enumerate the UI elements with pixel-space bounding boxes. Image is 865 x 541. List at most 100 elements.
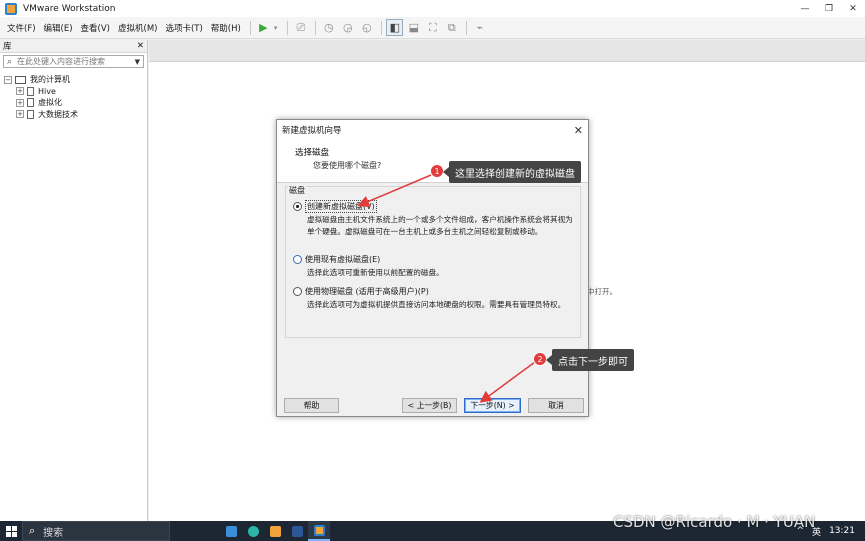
menu-view[interactable]: 查看(V) [78, 22, 113, 34]
computer-icon [15, 75, 26, 84]
chevron-down-icon[interactable]: ▼ [135, 58, 140, 66]
window-title: VMware Workstation [23, 3, 116, 14]
menu-tabs[interactable]: 选项卡(T) [162, 22, 205, 34]
unity-icon[interactable]: ⧉ [443, 19, 460, 36]
library-view-icon[interactable]: ◧ [386, 19, 404, 36]
taskbar-app-word[interactable] [286, 521, 308, 541]
search-icon: ⌕ [29, 524, 36, 537]
toolbar-separator [466, 20, 468, 35]
next-button[interactable]: 下一步(N) > [464, 398, 521, 413]
group-label: 磁盘 [288, 185, 306, 196]
menu-vm[interactable]: 虚拟机(M) [115, 22, 160, 34]
snapshot-icon[interactable]: ◷ [320, 19, 337, 36]
option-use-existing-disk[interactable]: 使用现有虚拟磁盘(E) 选择此选项可重新使用以前配置的磁盘。 [293, 254, 575, 279]
tree-item-label: 我的计算机 [30, 75, 70, 85]
taskbar-app-photos[interactable] [220, 521, 242, 541]
tree-item-big-data[interactable]: + 大数据技术 [4, 109, 147, 121]
chevron-down-icon[interactable]: ▾ [274, 24, 278, 32]
send-ctrl-alt-del-icon[interactable]: ⎚ [292, 19, 309, 36]
expand-icon[interactable]: + [16, 87, 24, 96]
menu-edit[interactable]: 编辑(E) [41, 22, 76, 34]
windows-logo-icon [5, 525, 17, 537]
tree-item-my-computer[interactable]: − 我的计算机 [4, 74, 147, 86]
dialog-heading: 选择磁盘 [295, 148, 330, 158]
power-on-icon[interactable]: ▶ [255, 19, 272, 36]
tree-item-label: 大数据技术 [38, 109, 78, 119]
option-description: 虚拟磁盘由主机文件系统上的一个或多个文件组成，客户机操作系统会将其视为单个硬盘。… [307, 215, 573, 236]
option-use-physical-disk[interactable]: 使用物理磁盘 (适用于高级用户)(P) 选择此选项可为虚拟机提供直接访问本地硬盘… [293, 286, 575, 311]
annotation-callout-1: 这里选择创建新的虚拟磁盘 [443, 161, 581, 183]
watermark: CSDN @Ricardo · M · YUAN [613, 513, 816, 531]
revert-snapshot-icon[interactable]: ◶ [339, 19, 356, 36]
fullscreen-icon[interactable]: ⛶ [424, 19, 441, 36]
vm-icon [27, 98, 34, 108]
search-icon: ⌕ [7, 56, 13, 67]
vm-icon [27, 86, 34, 96]
start-button[interactable] [0, 521, 22, 541]
toolbar-separator [381, 20, 383, 35]
library-tree: − 我的计算机 + Hive + 虚拟化 + 大数据技术 [0, 70, 147, 120]
toolbar-separator [249, 20, 251, 35]
toolbar-separator [315, 20, 317, 35]
taskbar-search-label: 搜索 [43, 527, 64, 539]
option-create-new-disk[interactable]: 创建新虚拟磁盘(V) 虚拟磁盘由主机文件系统上的一个或多个文件组成，客户机操作系… [293, 200, 575, 237]
annotation-badge-1: 1 [430, 164, 444, 178]
disk-option-group: 磁盘 创建新虚拟磁盘(V) 虚拟磁盘由主机文件系统上的一个或多个文件组成，客户机… [285, 185, 581, 338]
thumbnail-bar-icon[interactable]: ⬓ [405, 19, 422, 36]
dialog-title: 新建虚拟机向导 [282, 126, 342, 136]
dialog-close-icon[interactable]: ✕ [574, 124, 583, 137]
expand-icon[interactable]: + [16, 98, 24, 107]
annotation-callout-2: 点击下一步即可 [546, 349, 634, 371]
option-description: 选择此选项可重新使用以前配置的磁盘。 [307, 268, 444, 277]
option-label[interactable]: 使用现有虚拟磁盘(E) [305, 254, 380, 265]
taskbar-search-box[interactable]: ⌕ 搜索 [22, 521, 170, 541]
library-header: 库 ✕ [0, 40, 147, 53]
taskbar-app-vmware[interactable] [264, 521, 286, 541]
toolbar-separator [287, 20, 289, 35]
tree-item-hive[interactable]: + Hive [4, 86, 147, 98]
library-search-placeholder: 在此处键入内容进行搜索 [17, 57, 106, 66]
radio-create-new-disk[interactable] [293, 202, 302, 211]
library-close-icon[interactable]: ✕ [137, 41, 144, 51]
option-label[interactable]: 创建新虚拟磁盘(V) [305, 200, 377, 213]
background-hint-text: 中打开。 [587, 287, 617, 296]
option-description: 选择此选项可为虚拟机提供直接访问本地硬盘的权限。需要具有管理员特权。 [307, 300, 566, 309]
close-button[interactable]: ✕ [841, 0, 865, 17]
console-view-icon[interactable]: ⌁ [471, 19, 488, 36]
menu-bar: 文件(F) 编辑(E) 查看(V) 虚拟机(M) 选项卡(T) 帮助(H) ▶ … [0, 17, 865, 39]
expand-icon[interactable]: + [16, 110, 24, 119]
tree-item-label: Hive [38, 86, 56, 96]
dialog-button-bar: 帮助 < 上一步(B) 下一步(N) > 取消 [277, 396, 588, 414]
radio-use-existing-disk[interactable] [293, 255, 302, 264]
title-bar: VMware Workstation — ❐ ✕ [0, 0, 865, 17]
clock[interactable]: 13:21 [829, 526, 855, 536]
taskbar-app-vmware-workstation[interactable] [308, 521, 330, 541]
taskbar-apps [220, 521, 330, 541]
window-controls: — ❐ ✕ [793, 0, 865, 17]
vmware-icon [269, 525, 281, 537]
restore-button[interactable]: ❐ [817, 0, 841, 17]
radio-use-physical-disk[interactable] [293, 287, 302, 296]
tree-item-virtualization[interactable]: + 虚拟化 [4, 97, 147, 109]
back-button[interactable]: < 上一步(B) [402, 398, 457, 413]
snapshot-manager-icon[interactable]: ◵ [358, 19, 375, 36]
annotation-badge-2: 2 [533, 352, 547, 366]
library-panel: 库 ✕ ⌕ 在此处键入内容进行搜索 ▼ − 我的计算机 + Hive + 虚拟化… [0, 40, 148, 521]
dialog-title-bar: 新建虚拟机向导 ✕ [277, 120, 588, 140]
vm-icon [27, 109, 34, 119]
menu-help[interactable]: 帮助(H) [208, 22, 244, 34]
collapse-icon[interactable]: − [4, 75, 12, 84]
vmware-workstation-icon [313, 524, 325, 536]
library-search-input[interactable]: ⌕ 在此处键入内容进行搜索 ▼ [3, 55, 144, 68]
edge-icon [247, 525, 259, 537]
word-icon [291, 525, 303, 537]
vmware-logo-icon [5, 2, 17, 15]
help-button[interactable]: 帮助 [284, 398, 339, 413]
option-label[interactable]: 使用物理磁盘 (适用于高级用户)(P) [305, 286, 429, 297]
minimize-button[interactable]: — [793, 0, 817, 17]
tree-item-label: 虚拟化 [38, 98, 62, 108]
taskbar-app-edge[interactable] [242, 521, 264, 541]
cancel-button[interactable]: 取消 [528, 398, 584, 413]
photos-icon [225, 525, 237, 537]
menu-file[interactable]: 文件(F) [4, 22, 39, 34]
